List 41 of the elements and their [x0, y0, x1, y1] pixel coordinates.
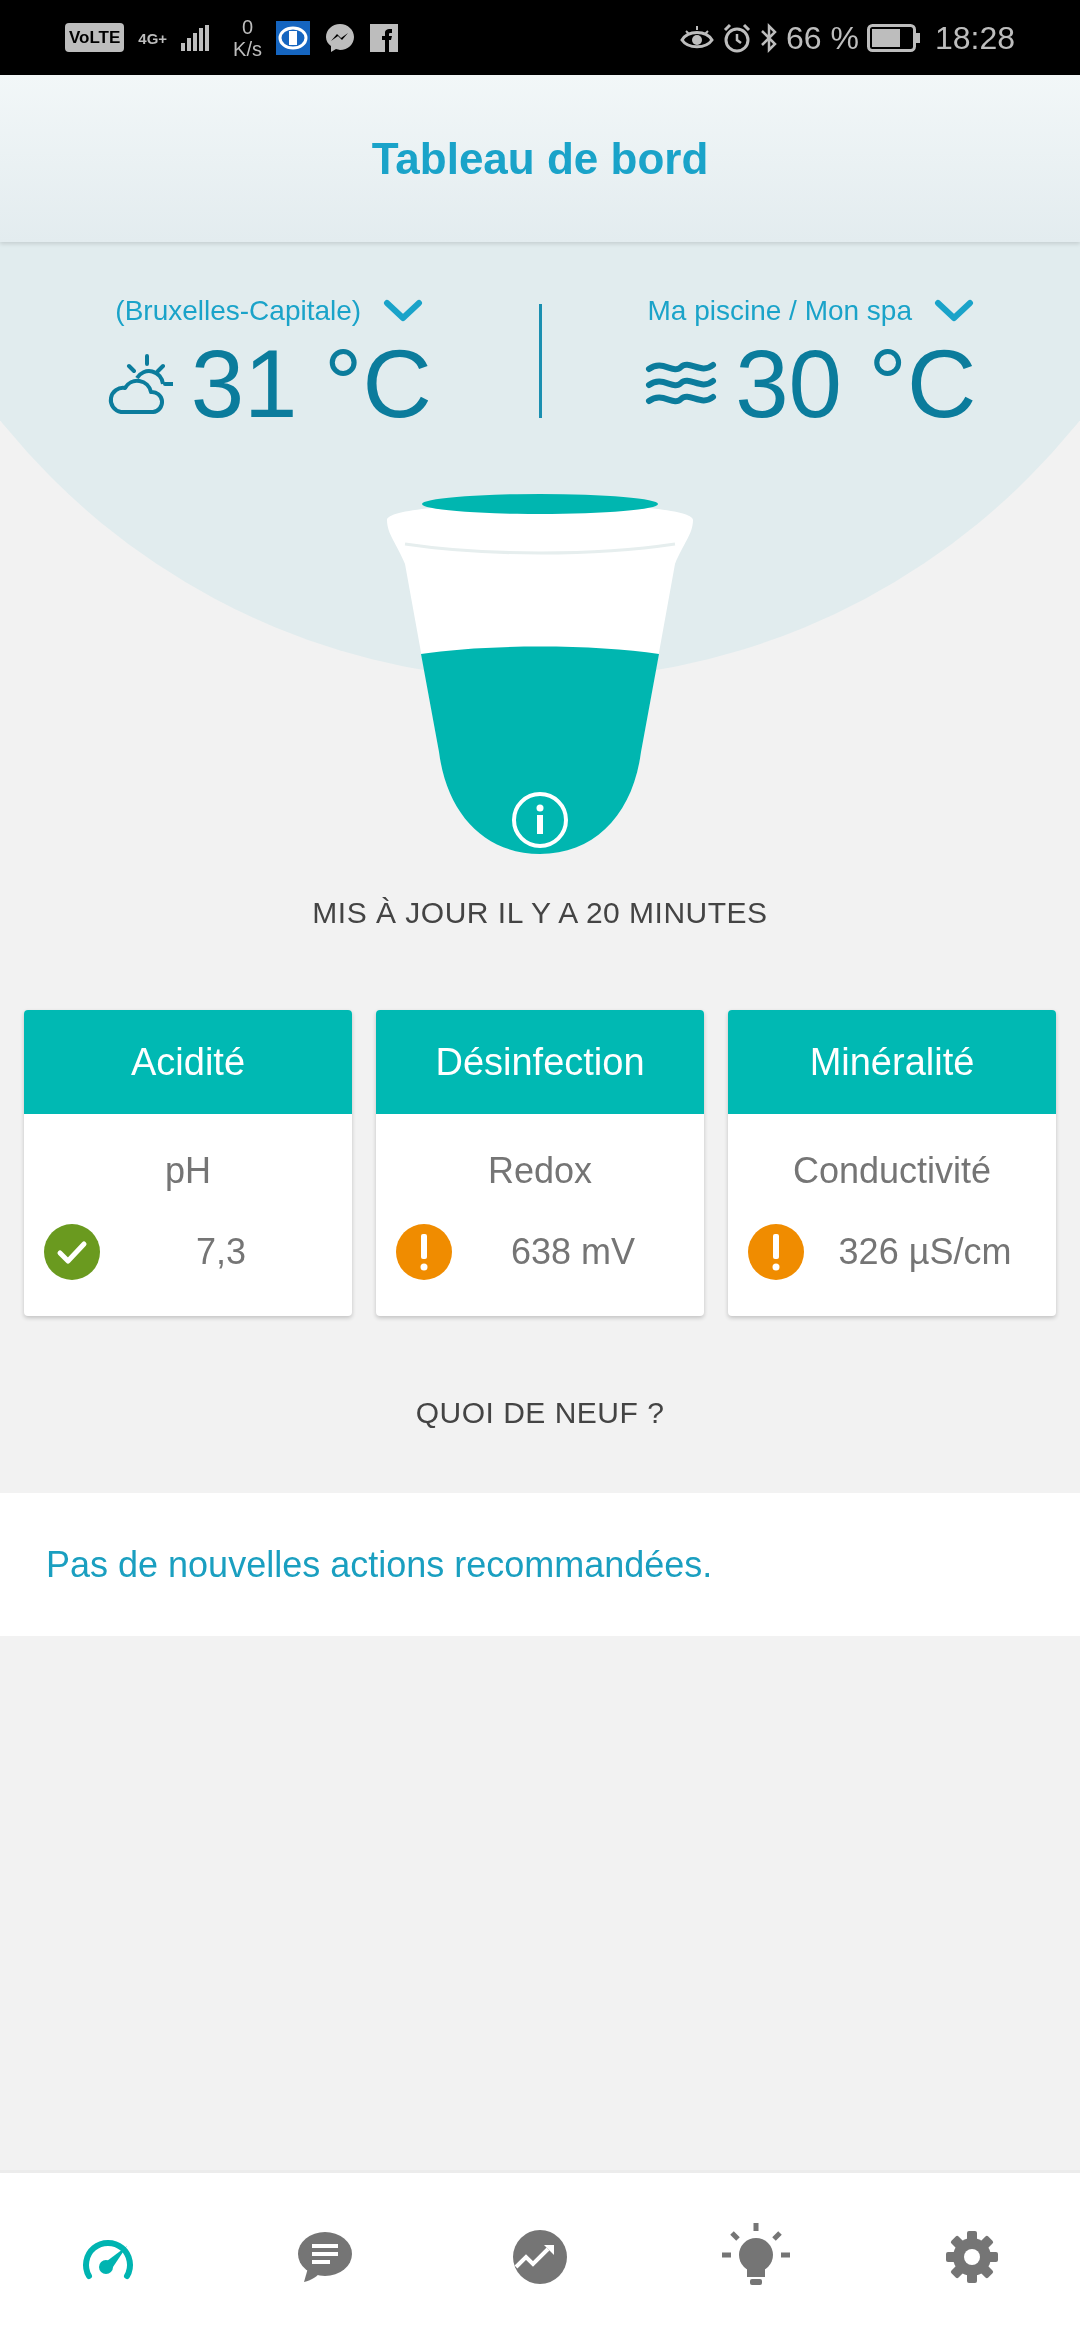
signal-icon: [181, 24, 210, 51]
location-selector[interactable]: (Bruxelles-Capitale): [115, 290, 362, 332]
facebook-icon: [370, 23, 398, 52]
clock-time: 18:28: [934, 18, 1015, 58]
partly-sunny-icon: [106, 352, 173, 416]
pool-selector[interactable]: Ma piscine / Mon spa: [647, 290, 913, 332]
news-message: Pas de nouvelles actions recommandées.: [46, 1542, 713, 1587]
battery-percent: 66 %: [786, 18, 859, 58]
measure-value: 326 µS/cm: [837, 1230, 1013, 1274]
card-title: Acidité: [130, 1039, 246, 1085]
alarm-icon: [722, 22, 752, 53]
update-status: MIS À JOUR IL Y A 20 MINUTES: [312, 895, 768, 931]
app-logo-icon: [276, 20, 310, 55]
speed-unit: K/s: [233, 37, 262, 60]
eye-icon: [680, 24, 714, 51]
chat-icon[interactable]: [296, 2229, 352, 2284]
settings-icon[interactable]: [944, 2228, 1000, 2285]
news-heading: QUOI DE NEUF ?: [415, 1395, 665, 1431]
outdoor-temperature: 31 °C: [190, 336, 432, 432]
measure-label: Conductivité: [792, 1149, 992, 1193]
card-title: Désinfection: [435, 1039, 645, 1085]
battery-icon: [866, 23, 921, 52]
card-title: Minéralité: [809, 1039, 975, 1085]
volte-badge: VoLTE: [65, 22, 125, 53]
speed-value: 0: [242, 15, 254, 38]
network-type: 4G+: [138, 28, 168, 49]
header-title: Tableau de bord: [371, 132, 709, 185]
measure-value: 638 mV: [509, 1230, 637, 1274]
measure-card[interactable]: Acidité pH 7,3: [24, 1010, 352, 1316]
measure-value: 7,3: [194, 1230, 247, 1274]
pool-temperature: 30 °C: [735, 336, 977, 432]
trend-icon[interactable]: [512, 2228, 568, 2285]
bluetooth-icon: [760, 21, 778, 54]
info-icon[interactable]: [510, 790, 570, 850]
messenger-icon: [324, 21, 356, 54]
measure-card[interactable]: Minéralité Conductivité 326 µS/cm: [728, 1010, 1056, 1316]
chevron-down-icon[interactable]: [934, 298, 975, 324]
measure-label: Redox: [487, 1149, 593, 1193]
measure-card[interactable]: Désinfection Redox 638 mV: [376, 1010, 704, 1316]
measure-label: pH: [165, 1149, 211, 1193]
chevron-down-icon[interactable]: [383, 298, 424, 324]
